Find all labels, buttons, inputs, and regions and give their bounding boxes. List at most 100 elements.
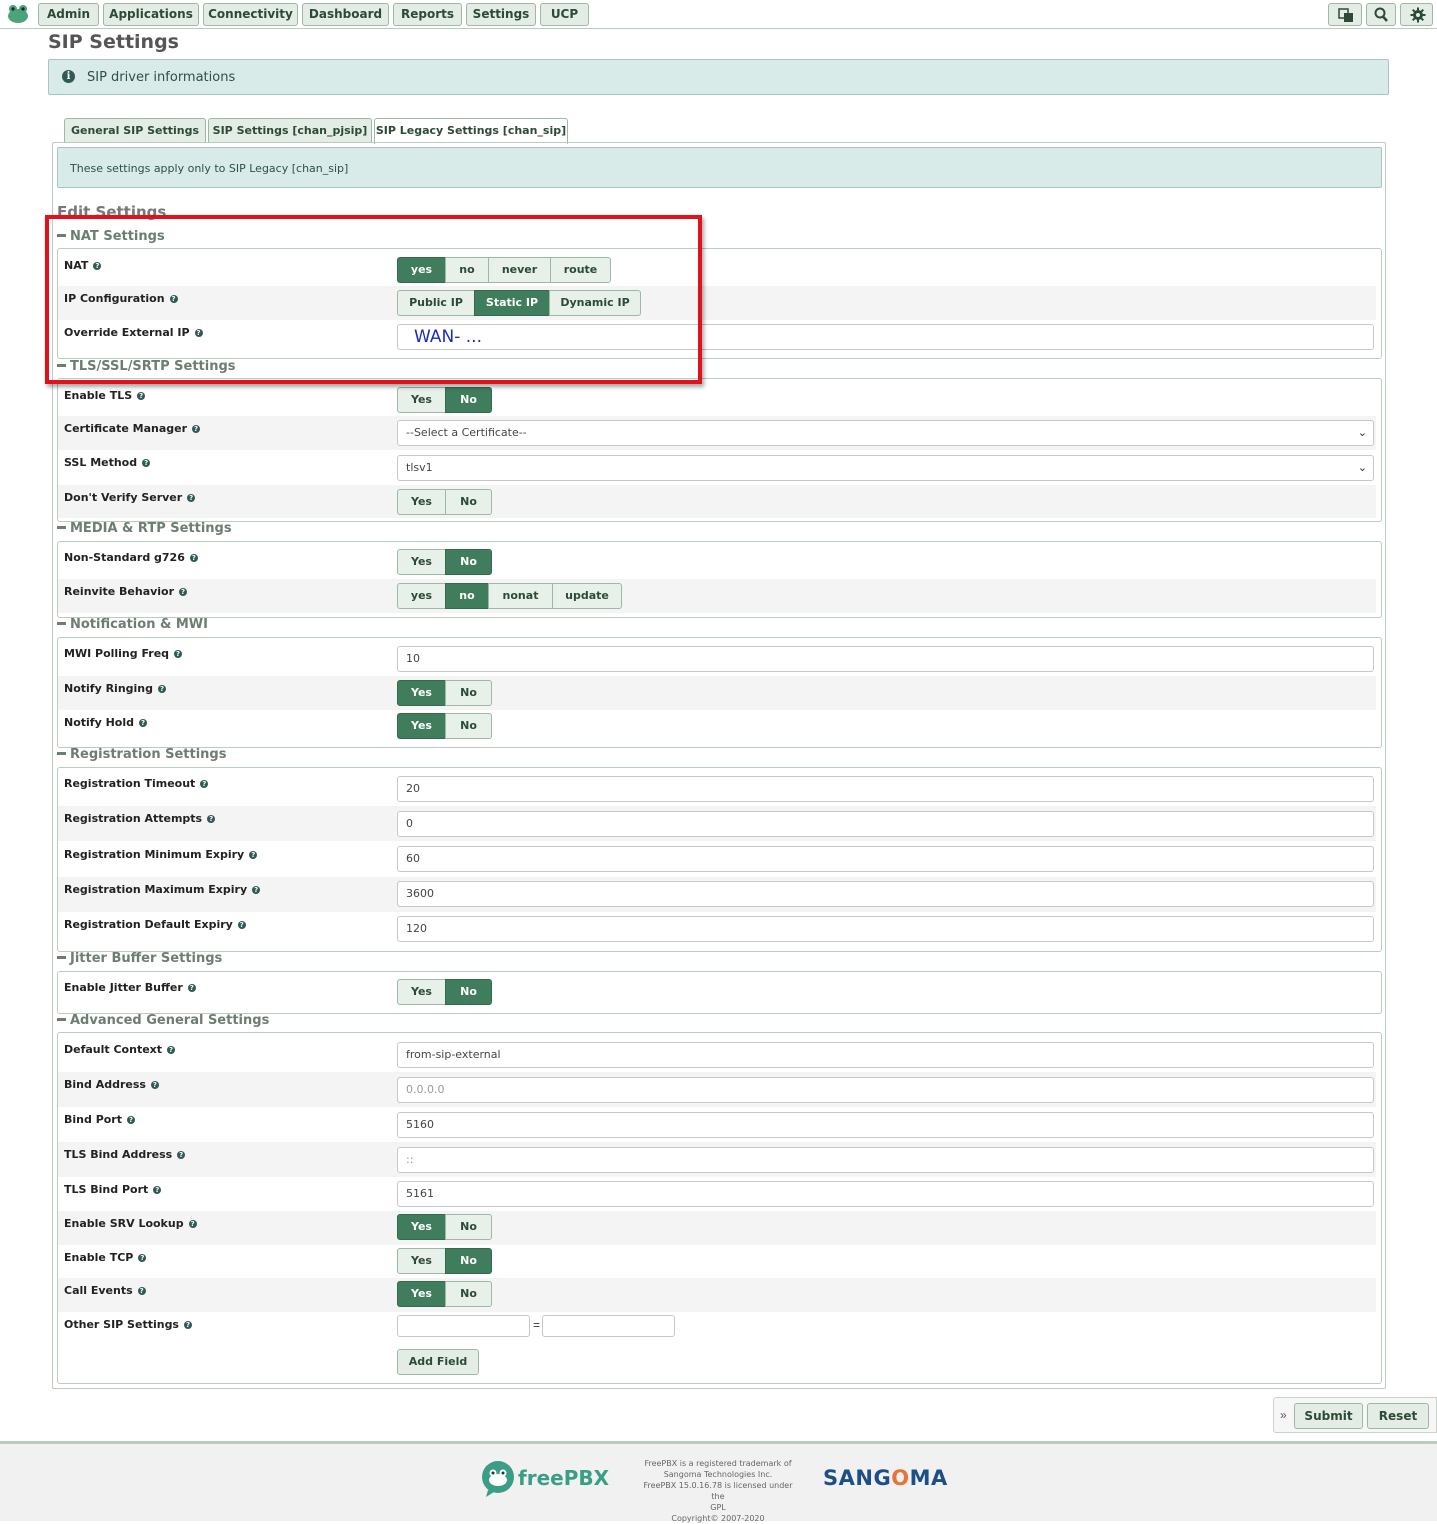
gear-icon <box>1410 7 1426 23</box>
help-icon[interactable]: ? <box>192 425 201 433</box>
row-notify-ringing: Notify Ringing? <box>58 676 1376 710</box>
dont-verify-yes[interactable]: Yes <box>397 489 446 515</box>
nav-settings[interactable]: Settings <box>466 3 536 26</box>
call-events-no[interactable]: No <box>445 1281 492 1307</box>
section-jitter-buffer[interactable]: Jitter Buffer Settings <box>57 951 222 966</box>
section-notification-mwi[interactable]: Notification & MWI <box>57 617 208 632</box>
sip-driver-info[interactable]: i SIP driver informations <box>48 59 1389 95</box>
settings-button[interactable] <box>1400 3 1433 26</box>
search-button[interactable] <box>1366 3 1396 26</box>
nav-dashboard[interactable]: Dashboard <box>302 3 389 26</box>
notify-ringing-toggle: Yes No <box>397 680 492 706</box>
help-icon[interactable]: ? <box>187 494 196 502</box>
other-sip-label: Other SIP Settings? <box>64 1318 192 1331</box>
help-icon[interactable]: ? <box>207 815 216 823</box>
help-icon[interactable]: ? <box>183 1321 192 1329</box>
g726-no[interactable]: No <box>445 549 492 575</box>
notify-hold-yes[interactable]: Yes <box>397 713 446 739</box>
submit-button[interactable]: Submit <box>1294 1403 1363 1429</box>
info-icon: i <box>62 70 75 83</box>
tab-sip-legacy-settings[interactable]: SIP Legacy Settings [chan_sip] <box>374 118 568 144</box>
nav-ucp[interactable]: UCP <box>540 3 589 26</box>
help-icon[interactable]: ? <box>158 685 166 693</box>
tcp-yes[interactable]: Yes <box>397 1248 446 1274</box>
nav-connectivity[interactable]: Connectivity <box>203 3 298 26</box>
other-sip-key-input[interactable] <box>397 1315 530 1337</box>
section-advanced-general[interactable]: Advanced General Settings <box>57 1013 269 1028</box>
reset-button[interactable]: Reset <box>1367 1403 1429 1429</box>
help-icon[interactable]: ? <box>137 392 146 400</box>
reg-max-expiry-input[interactable]: 3600 <box>397 881 1374 907</box>
search-icon <box>1374 7 1388 22</box>
srv-no[interactable]: No <box>445 1214 492 1240</box>
row-other-sip-settings: Other SIP Settings? <box>58 1312 1376 1342</box>
bind-address-input[interactable]: 0.0.0.0 <box>397 1077 1374 1103</box>
default-context-input[interactable]: from-sip-external <box>397 1042 1374 1068</box>
help-icon[interactable]: ? <box>167 1046 176 1054</box>
freepbx-logo-icon[interactable] <box>480 1460 516 1498</box>
help-icon[interactable]: ? <box>179 588 188 596</box>
certificate-manager-select[interactable]: --Select a Certificate-- ⌄ <box>397 420 1374 446</box>
reg-attempts-input[interactable]: 0 <box>397 811 1374 837</box>
row-call-events: Call Events? <box>58 1278 1376 1312</box>
notify-hold-no[interactable]: No <box>445 713 492 739</box>
row-enable-tcp: Enable TCP? <box>58 1245 1376 1278</box>
help-icon[interactable]: ? <box>150 1081 159 1089</box>
enable-jitter-yes[interactable]: Yes <box>397 979 446 1005</box>
reinvite-nonat[interactable]: nonat <box>488 583 553 609</box>
enable-tls-yes[interactable]: Yes <box>397 387 446 413</box>
tls-bind-port-input[interactable]: 5161 <box>397 1181 1374 1207</box>
dont-verify-no[interactable]: No <box>445 489 492 515</box>
g726-toggle: Yes No <box>397 549 492 575</box>
help-icon[interactable]: ? <box>187 984 196 992</box>
help-icon[interactable]: ? <box>139 719 147 727</box>
help-icon[interactable]: ? <box>177 1151 186 1159</box>
other-sip-value-input[interactable] <box>542 1315 675 1337</box>
tab-sip-settings-pjsip[interactable]: SIP Settings [chan_pjsip] <box>208 118 372 143</box>
language-button[interactable] <box>1328 3 1362 26</box>
enable-jitter-no[interactable]: No <box>445 979 492 1005</box>
nav-applications[interactable]: Applications <box>103 3 199 26</box>
nav-admin[interactable]: Admin <box>38 3 99 26</box>
help-icon[interactable]: ? <box>252 886 261 894</box>
call-events-yes[interactable]: Yes <box>397 1281 446 1307</box>
help-icon[interactable]: ? <box>142 459 151 467</box>
help-icon[interactable]: ? <box>237 921 246 929</box>
reinvite-yes[interactable]: yes <box>397 583 446 609</box>
srv-yes[interactable]: Yes <box>397 1214 446 1240</box>
help-icon[interactable]: ? <box>189 554 198 562</box>
notify-hold-label: Notify Hold? <box>64 716 147 729</box>
reinvite-update[interactable]: update <box>552 583 622 609</box>
notify-ringing-yes[interactable]: Yes <box>397 680 446 706</box>
collapse-chevron-icon[interactable]: » <box>1280 1408 1287 1422</box>
help-icon[interactable]: ? <box>153 1186 162 1194</box>
tab-general-sip-settings[interactable]: General SIP Settings <box>64 118 206 143</box>
help-icon[interactable]: ? <box>127 1116 135 1124</box>
tcp-no[interactable]: No <box>445 1248 492 1274</box>
reg-timeout-label: Registration Timeout? <box>64 777 209 790</box>
g726-yes[interactable]: Yes <box>397 549 446 575</box>
bind-port-input[interactable]: 5160 <box>397 1112 1374 1138</box>
help-icon[interactable]: ? <box>188 1220 197 1228</box>
reg-min-expiry-input[interactable]: 60 <box>397 846 1374 872</box>
nav-reports[interactable]: Reports <box>393 3 462 26</box>
help-icon[interactable]: ? <box>138 1254 147 1262</box>
reg-max-expiry-label: Registration Maximum Expiry? <box>64 883 261 896</box>
help-icon[interactable]: ? <box>200 780 209 788</box>
section-registration[interactable]: Registration Settings <box>57 747 226 762</box>
sangoma-logo[interactable]: SANGOMA <box>823 1466 948 1490</box>
enable-tls-no[interactable]: No <box>445 387 492 413</box>
add-field-button[interactable]: Add Field <box>397 1349 479 1375</box>
tls-bind-address-input[interactable]: :: <box>397 1147 1374 1173</box>
section-media-rtp[interactable]: MEDIA & RTP Settings <box>57 521 232 536</box>
help-icon[interactable]: ? <box>174 650 183 658</box>
notify-ringing-no[interactable]: No <box>445 680 492 706</box>
reg-default-expiry-input[interactable]: 120 <box>397 916 1374 942</box>
help-icon[interactable]: ? <box>249 851 258 859</box>
help-icon[interactable]: ? <box>137 1287 146 1295</box>
mwi-polling-input[interactable]: 10 <box>397 646 1374 672</box>
freepbx-frog-icon[interactable] <box>6 4 30 24</box>
reg-timeout-input[interactable]: 20 <box>397 776 1374 802</box>
reinvite-no[interactable]: no <box>445 583 489 609</box>
ssl-method-select[interactable]: tlsv1 ⌄ <box>397 455 1374 481</box>
